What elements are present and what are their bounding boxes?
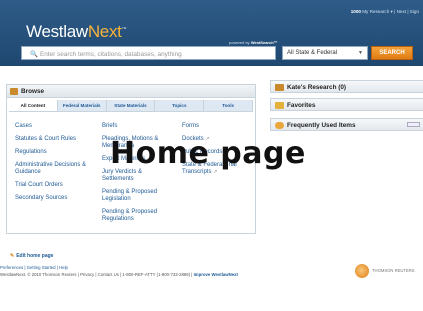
search-button[interactable]: SEARCH [371,46,413,60]
powered-by-prefix: powered by [229,40,250,45]
tab-state-materials[interactable]: State Materials [107,100,156,111]
thomson-reuters-logo-icon [355,264,369,278]
jurisdiction-value: All State & Federal [287,50,338,56]
powered-by-brand: WestSearch™ [250,40,278,45]
frequently-used-title: Frequently Used Items [287,122,356,129]
edit-home-page-link[interactable]: ✎ Edit home page [10,253,53,259]
browse-title: Browse [21,88,45,95]
logo-primary: Westlaw [26,22,88,41]
account-links[interactable]: 1000 My Research ▾ | Next | Sign [351,9,419,15]
tab-topics[interactable]: Topics [155,100,205,111]
trademark-symbol: ™ [121,26,127,33]
star-folder-icon [275,102,284,109]
favorites-panel[interactable]: Favorites [270,98,423,111]
footer-links[interactable]: Preferences | Getting Started | Help [0,265,68,270]
browse-tabs: All Content Federal Materials State Mate… [9,100,253,112]
edit-home-label: Edit home page [16,253,54,259]
thomson-reuters-label: THOMSON REUTERS [372,268,415,273]
favorites-title: Favorites [287,102,316,109]
research-title: Kate's Research (0) [287,84,347,91]
tab-all-content[interactable]: All Content [9,100,58,111]
link-forms[interactable]: Forms [182,123,252,130]
top-header: 1000 My Research ▾ | Next | Sign Westlaw… [0,0,423,66]
browse-column-1: Cases Statutes & Court Rules Regulations… [15,123,93,208]
frequently-used-toggle[interactable] [407,122,420,127]
link-pending-legislation[interactable]: Pending & Proposed Legislation [102,189,172,203]
link-jury-verdicts[interactable]: Jury Verdicts & Settlements [102,169,172,183]
link-briefs[interactable]: Briefs [102,123,172,130]
browse-header: Browse [7,85,255,98]
chevron-down-icon: ▼ [358,50,363,56]
link-secondary-sources[interactable]: Secondary Sources [15,195,93,202]
search-placeholder: Enter search terms, citations, databases… [39,51,182,58]
pencil-icon: ✎ [10,253,15,259]
tab-federal-materials[interactable]: Federal Materials [58,100,107,111]
jurisdiction-select[interactable]: All State & Federal ▼ [282,46,368,60]
search-input[interactable]: 🔍 Enter search terms, citations, database… [21,46,276,60]
copyright-text: WestlawNext. © 2010 Thomson Reuters | Pr… [0,272,193,277]
link-administrative-decisions[interactable]: Administrative Decisions & Guidance [15,162,93,176]
westlawnext-logo[interactable]: WestlawNext™ [26,22,127,42]
frequently-used-panel[interactable]: Frequently Used Items [270,118,423,131]
folder-icon [275,84,284,91]
link-cases[interactable]: Cases [15,123,93,130]
account-number: 1000 [350,9,361,14]
logo-secondary: Next [87,22,122,41]
account-links-text[interactable]: My Research ▾ | Next | Sign [362,9,419,14]
link-statutes-court-rules[interactable]: Statutes & Court Rules [15,136,93,143]
link-pending-regulations[interactable]: Pending & Proposed Regulations [102,209,172,223]
tab-tools[interactable]: Tools [204,100,253,111]
powered-by-label: powered by WestSearch™ [229,40,278,45]
footer-copyright: WestlawNext. © 2010 Thomson Reuters | Pr… [0,272,238,277]
research-panel[interactable]: Kate's Research (0) [270,80,423,93]
westlawnext-home-page: 1000 My Research ▾ | Next | Sign Westlaw… [0,0,423,311]
improve-link[interactable]: Improve WestlawNext [194,272,238,277]
page-label-overlay: Home page [110,136,306,171]
link-regulations[interactable]: Regulations [15,149,93,156]
browse-icon [10,88,18,95]
search-icon: 🔍 [30,51,38,58]
clock-icon [275,122,284,129]
link-trial-court-orders[interactable]: Trial Court Orders [15,182,93,189]
